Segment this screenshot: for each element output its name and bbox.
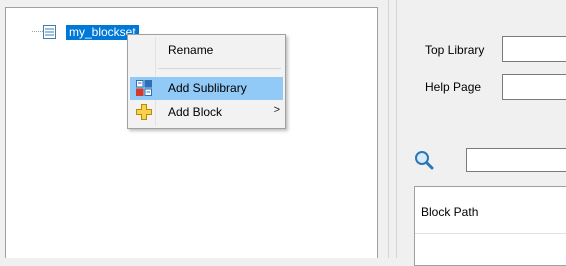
menu-item-label: Add Sublibrary [168,81,247,95]
add-block-icon [136,104,152,120]
table-header: Block Path [415,187,566,234]
menu-item-rename[interactable]: Rename [130,39,283,62]
top-library-label: Top Library [425,43,485,57]
menu-item-add-sublibrary[interactable]: Add Sublibrary [130,77,283,100]
top-library-input[interactable] [502,36,566,62]
sublibrary-icon [136,80,152,96]
panel-splitter[interactable] [388,0,389,258]
block-path-table[interactable]: Block Path [414,186,566,266]
search-input[interactable] [466,148,566,172]
library-node-icon [43,25,56,39]
menu-item-label: Rename [168,43,214,57]
submenu-arrow-icon: > [273,104,280,116]
menu-item-add-block[interactable]: Add Block > [130,101,283,124]
panel-splitter-edge [396,0,397,258]
menu-separator [158,68,281,69]
column-header-block-path[interactable]: Block Path [421,205,478,219]
help-page-input[interactable] [502,74,566,100]
menu-item-label: Add Block [168,105,223,119]
help-page-label: Help Page [425,80,482,94]
context-menu: Rename Add Sublibrary Add Block > [127,34,286,129]
search-icon[interactable] [414,150,434,170]
